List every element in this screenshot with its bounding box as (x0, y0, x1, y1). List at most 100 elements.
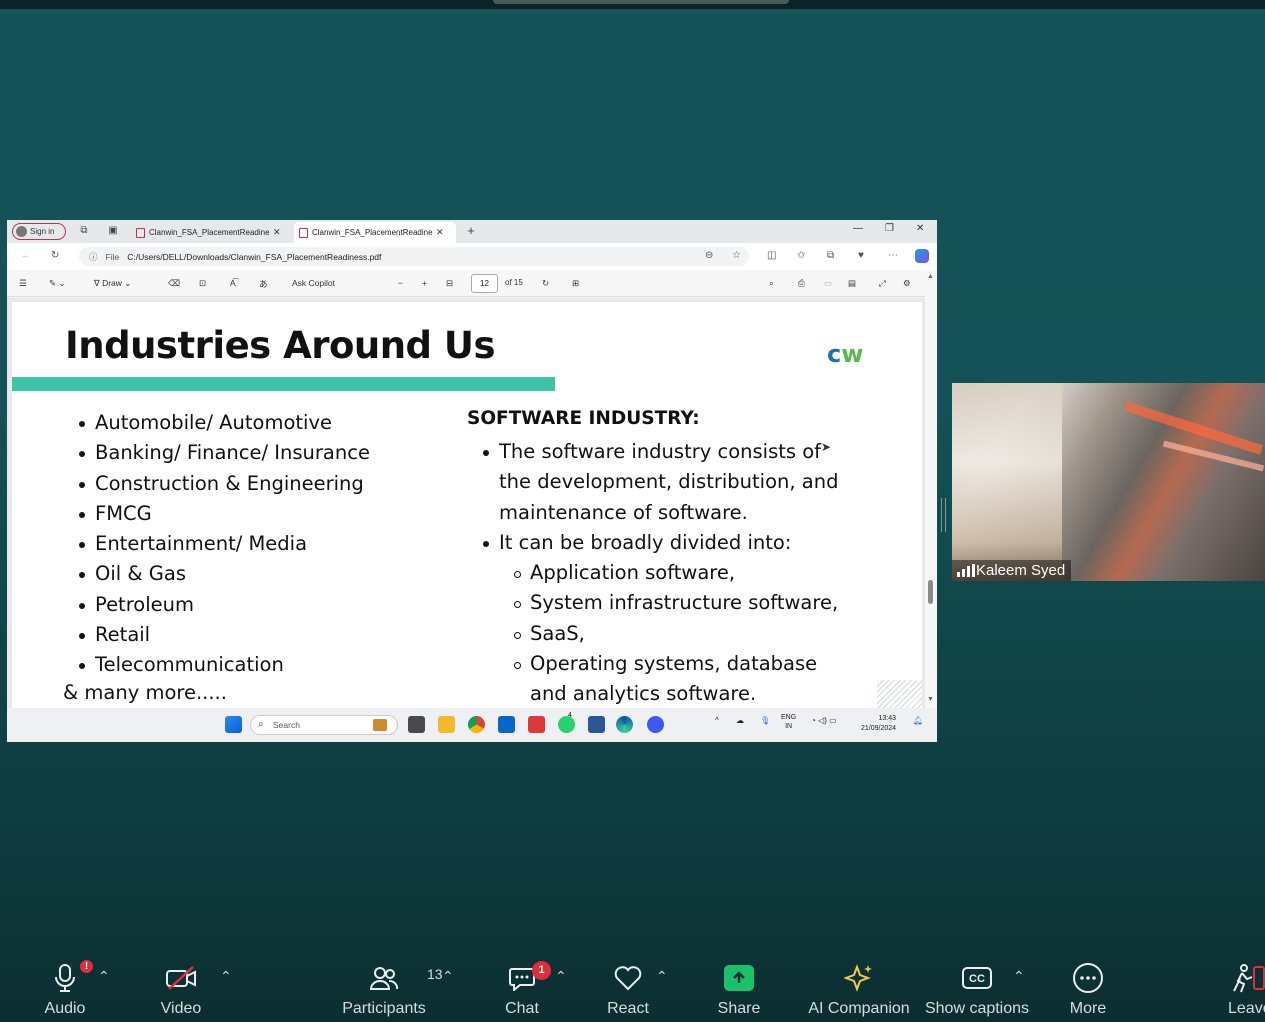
page-number-input[interactable]: 12 (471, 274, 498, 293)
software-type: System infrastructure software, (530, 591, 839, 614)
read-aloud-icon[interactable]: A͡ (230, 278, 236, 288)
scroll-thumb[interactable] (928, 580, 933, 604)
panel-splitter[interactable] (941, 498, 946, 532)
copilot-icon[interactable] (915, 249, 929, 263)
translate-icon[interactable]: あ (259, 278, 268, 290)
chat-options-caret[interactable]: ⌃ (555, 968, 567, 985)
draw-label: Draw (102, 278, 122, 288)
more-options-icon[interactable]: ⋯ (888, 250, 898, 261)
back-icon[interactable]: ← (21, 250, 31, 261)
pdf-scrollbar[interactable]: ▲ ▼ (925, 270, 937, 708)
react-button[interactable]: React (606, 958, 650, 1022)
page-view-icon[interactable]: ⊞ (572, 278, 579, 289)
leave-button[interactable]: Leave (1228, 958, 1265, 1022)
save-as-icon[interactable]: ▤ (848, 278, 856, 289)
address-bar-row: ← ↻ ⓘ File C:/Users/DELL/Downloads/Clanw… (7, 243, 937, 270)
minimize-icon[interactable]: — (853, 223, 863, 234)
audio-options-caret[interactable]: ⌃ (98, 968, 110, 985)
whatsapp-icon[interactable] (558, 716, 575, 733)
favorites-icon[interactable]: ✩ (797, 250, 805, 261)
software-type: Application software, (530, 561, 736, 584)
more-button[interactable]: More (1066, 958, 1110, 1022)
outlook-icon[interactable] (498, 716, 515, 733)
captions-cc-icon: CC (961, 958, 993, 998)
settings-gear-icon[interactable]: ⚙ (903, 278, 911, 289)
snipping-tool-icon[interactable] (528, 716, 545, 733)
close-window-icon[interactable]: ✕ (916, 223, 924, 234)
rotate-icon[interactable]: ↻ (542, 278, 549, 289)
profile-icon (16, 226, 27, 237)
microphone-icon[interactable]: 🎙︎ (760, 716, 770, 725)
scroll-up-icon[interactable]: ▲ (927, 273, 934, 280)
software-type: and analytics software. (530, 682, 757, 705)
collections-icon[interactable]: ⧉ (827, 250, 834, 261)
close-tab-icon[interactable]: ✕ (436, 227, 444, 238)
windows-start-icon[interactable] (225, 716, 242, 733)
participants-count: 13 (427, 966, 443, 982)
audio-label: Audio (44, 1000, 86, 1017)
tab-pdf-2[interactable]: Clanwin_FSA_PlacementReadiness.pdf ✕ (294, 222, 456, 243)
workspaces-icon[interactable]: ⧉ (78, 225, 90, 237)
favorite-star-icon[interactable]: ☆ (732, 250, 741, 261)
show-hidden-icons[interactable]: ^ (715, 716, 719, 725)
tab-pdf-1[interactable]: Clanwin_FSA_PlacementReadiness.pdf ✕ (131, 222, 291, 243)
pdf-viewport: Industries Around Us cw Automobile/ Auto… (7, 298, 937, 708)
new-tab-button[interactable]: + (465, 224, 477, 237)
save-icon[interactable]: ▭ (824, 278, 832, 289)
split-screen-icon[interactable]: ◫ (767, 250, 776, 261)
chrome-icon[interactable] (468, 716, 485, 733)
wifi-volume-battery-icons[interactable]: ◔ ◁) ▭ (811, 716, 837, 725)
browser-tab-bar: Sign in ⧉ ▣ Clanwin_FSA_PlacementReadine… (7, 220, 937, 243)
text-icon[interactable]: ⊡ (199, 278, 206, 289)
edge-icon[interactable] (616, 716, 633, 733)
bullet (483, 541, 489, 547)
language-indicator[interactable]: ENG IN (781, 713, 796, 731)
connection-signal-icon (957, 564, 975, 577)
close-tab-icon[interactable]: ✕ (273, 227, 281, 238)
onedrive-icon[interactable]: ☁ (736, 716, 744, 725)
captions-options-caret[interactable]: ⌃ (1013, 968, 1025, 985)
clanwin-logo: cw (827, 340, 864, 368)
task-view-icon[interactable] (408, 716, 425, 733)
highlight-icon[interactable]: ✎ ⌄ (49, 278, 66, 289)
chat-button[interactable]: 1 Chat (502, 958, 551, 1022)
contents-icon[interactable]: ☰ (19, 278, 27, 289)
audio-button[interactable]: ! Audio (40, 958, 93, 1022)
windows-taskbar: ⌕ Search 4 ^ ☁ 🎙︎ ENG IN ◔ ◁) ▭ 13:43 21… (7, 708, 937, 742)
share-button[interactable]: Share (717, 958, 761, 1022)
show-captions-button[interactable]: CC Show captions (925, 958, 1029, 1022)
print-icon[interactable]: ⎙ (798, 278, 805, 289)
zoom-app-icon[interactable] (647, 716, 664, 733)
file-explorer-icon[interactable] (438, 716, 455, 733)
word-icon[interactable] (588, 716, 605, 733)
many-more-text: & many more..... (63, 681, 227, 704)
video-button[interactable]: Video (158, 958, 204, 1022)
taskbar-search[interactable]: ⌕ Search (250, 715, 398, 735)
notification-bell-icon[interactable]: 🔔︎ (913, 716, 923, 725)
leave-icon (1228, 958, 1265, 998)
zoom-icon[interactable]: ⊖ (705, 250, 713, 261)
eraser-icon[interactable]: ⌫ (168, 278, 180, 289)
video-options-caret[interactable]: ⌃ (220, 968, 232, 985)
participant-video[interactable] (952, 383, 1265, 581)
draw-button[interactable]: ∇ Draw ⌄ (94, 278, 131, 289)
participants-button[interactable]: 13 Participants (342, 958, 442, 1022)
top-drag-handle[interactable] (493, 0, 789, 4)
search-icon[interactable]: ⌕ (769, 278, 774, 289)
react-options-caret[interactable]: ⌃ (656, 968, 668, 985)
restore-icon[interactable]: ❐ (885, 223, 894, 234)
tab-actions-icon[interactable]: ▣ (107, 225, 119, 237)
participants-options-caret[interactable]: ⌃ (442, 968, 454, 985)
ai-companion-button[interactable]: AI Companion (808, 958, 910, 1022)
browser-essentials-icon[interactable]: ♥ (858, 250, 864, 261)
address-bar[interactable]: ⓘ File C:/Users/DELL/Downloads/Clanwin_F… (79, 247, 749, 266)
fit-page-icon[interactable]: ⊟ (446, 278, 453, 289)
sign-in-button[interactable]: Sign in (12, 223, 66, 240)
zoom-out-icon[interactable]: − (398, 278, 403, 288)
refresh-icon[interactable]: ↻ (51, 250, 59, 261)
zoom-in-icon[interactable]: + (422, 278, 427, 288)
system-clock[interactable]: 13:43 21/09/2024 (861, 714, 896, 734)
scroll-down-icon[interactable]: ▼ (927, 696, 934, 703)
ask-copilot-button[interactable]: Ask Copilot (292, 278, 335, 288)
fullscreen-icon[interactable]: ⤢ (879, 278, 886, 289)
